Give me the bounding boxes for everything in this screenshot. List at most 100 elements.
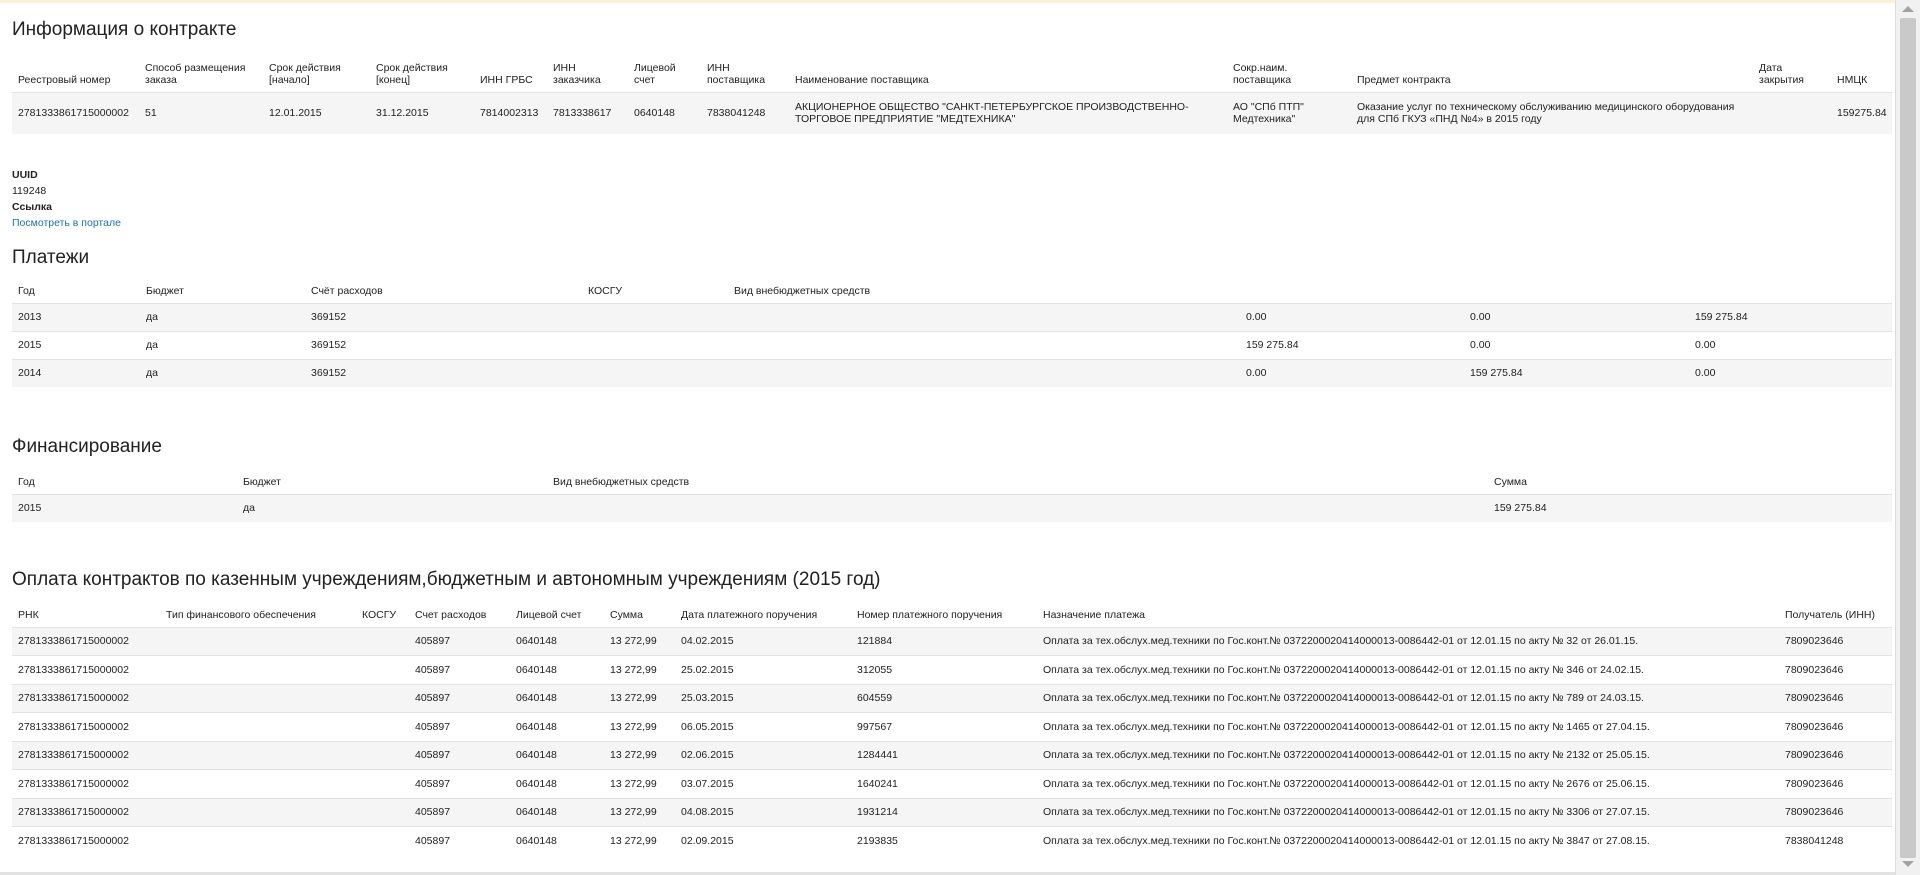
contract-column-header: ИНН поставщика [707,61,766,86]
financing-cell [547,493,1488,522]
treasury-cell [356,683,409,713]
treasury-cell [160,626,356,656]
treasury-cell [160,826,356,855]
treasury-table-row: 2781333861715000002 405897 0640148 13 272,9… [12,683,1892,713]
treasury-cell: 13 272,99 [604,769,675,798]
treasury-column-header: КОСГУ [362,608,397,621]
scroll-thumb[interactable] [1900,18,1916,858]
contract-column-header: Предмет контракта [1357,73,1451,86]
treasury-cell: 03.07.2015 [675,769,851,798]
treasury-column-header: Счет расходов [415,608,487,621]
contract-cell: 12.01.2015 [263,91,370,134]
treasury-cell: 1931214 [851,797,1037,827]
contract-column-header: Лицевой счет [634,61,676,86]
treasury-cell: 2193835 [851,826,1037,855]
treasury-cell: 7809023646 [1779,683,1892,713]
treasury-cell: 04.02.2015 [675,626,851,656]
top-notice-strip [0,0,1895,3]
treasury-column-header: Номер платежного поручения [857,608,1003,621]
treasury-cell [356,769,409,798]
payments-cell: да [140,330,305,359]
payments-cell: 0.00 [1240,302,1464,331]
treasury-cell [160,769,356,798]
treasury-cell: 0640148 [510,769,604,798]
treasury-cell [160,655,356,684]
treasury-cell: 2781333861715000002 [12,683,160,713]
treasury-column-header: РНК [18,608,39,621]
financing-cell: 2015 [12,493,237,522]
payments-cell: 0.00 [1464,330,1689,359]
treasury-cell: 13 272,99 [604,655,675,684]
payments-cell: да [140,302,305,331]
treasury-cell: 0640148 [510,740,604,770]
treasury-cell: 405897 [409,769,510,798]
treasury-cell: 7838041248 [1779,826,1892,855]
treasury-payments-table: РНК Тип финансового обеспечения КОСГУ Счет … [12,605,1892,855]
treasury-cell: 2781333861715000002 [12,740,160,770]
financing-table: Год Бюджет Вид внебюджетных средств Сумма 2… [12,472,1892,522]
treasury-cell: 7809023646 [1779,797,1892,827]
payments-column-header [1689,283,1892,303]
treasury-column-header: Получатель (ИНН) [1785,608,1876,621]
treasury-cell [356,740,409,770]
payments-cell [582,302,728,331]
treasury-table-row: 2781333861715000002 405897 0640148 13 272,9… [12,712,1892,741]
treasury-table-row: 2781333861715000002 405897 0640148 13 272,9… [12,769,1892,798]
treasury-cell: 0640148 [510,712,604,741]
treasury-cell: 1640241 [851,769,1037,798]
treasury-cell: 2781333861715000002 [12,626,160,656]
contract-column-header: Срок действия [конец] [376,61,448,86]
payments-cell [728,330,1240,359]
contract-table-row: 2781333861715000002 51 12.01.2015 31.12.201… [12,91,1892,134]
payments-cell: 2013 [12,302,140,331]
portal-link[interactable]: Посмотреть в портале [12,217,121,229]
payments-table-row: 2014 да 369152 0.00 159 275.84 0.00 [12,358,1892,387]
treasury-cell: 405897 [409,683,510,713]
contract-column-header: Сокр.наим. поставщика [1233,61,1292,86]
treasury-cell: 2781333861715000002 [12,769,160,798]
scroll-up-arrow-icon[interactable] [1902,6,1914,12]
payments-cell: 159 275.84 [1240,330,1464,359]
contract-cell: 0640148 [628,91,701,134]
payments-cell: 369152 [305,358,582,387]
payments-cell [728,358,1240,387]
treasury-table-row: 2781333861715000002 405897 0640148 13 272,9… [12,826,1892,855]
treasury-cell: 06.05.2015 [675,712,851,741]
financing-column-header: Сумма [1494,475,1527,488]
treasury-cell: 0640148 [510,797,604,827]
scroll-down-arrow-icon[interactable] [1902,861,1914,867]
treasury-cell: 604559 [851,683,1037,713]
treasury-table-row: 2781333861715000002 405897 0640148 13 272,9… [12,655,1892,684]
treasury-cell [356,655,409,684]
treasury-cell: 405897 [409,712,510,741]
treasury-cell [160,712,356,741]
financing-cell: да [237,493,547,522]
treasury-column-header: Тип финансового обеспечения [166,608,316,621]
payments-cell [582,358,728,387]
financing-column-header: Вид внебюджетных средств [553,475,690,488]
payments-cell: 159 275.84 [1464,358,1689,387]
treasury-cell: 0640148 [510,826,604,855]
financing-column-header: Бюджет [243,475,281,488]
contract-cell: АО "СПб ПТП" Медтехника" [1227,91,1351,134]
treasury-column-header: Дата платежного поручения [681,608,818,621]
treasury-cell: 2781333861715000002 [12,826,160,855]
vertical-scrollbar[interactable] [1895,0,1920,875]
meta-block: UUID 119248 Ссылка Посмотреть в портале [12,167,121,231]
treasury-cell: 13 272,99 [604,683,675,713]
uuid-label: UUID [12,169,38,181]
financing-cell: 159 275.84 [1488,493,1892,522]
contract-column-header: Наименование поставщика [795,73,929,86]
treasury-cell: 7809023646 [1779,655,1892,684]
payments-cell: 2015 [12,330,140,359]
payments-cell [582,330,728,359]
treasury-cell: 25.02.2015 [675,655,851,684]
payments-cell: да [140,358,305,387]
treasury-cell [356,626,409,656]
financing-column-header: Год [18,475,35,488]
treasury-cell: 7809023646 [1779,769,1892,798]
treasury-cell: 2781333861715000002 [12,797,160,827]
treasury-section-title: Оплата контрактов по казенным учреждения… [12,569,881,590]
treasury-cell: 2781333861715000002 [12,655,160,684]
financing-table-row: 2015 да 159 275.84 [12,493,1892,522]
